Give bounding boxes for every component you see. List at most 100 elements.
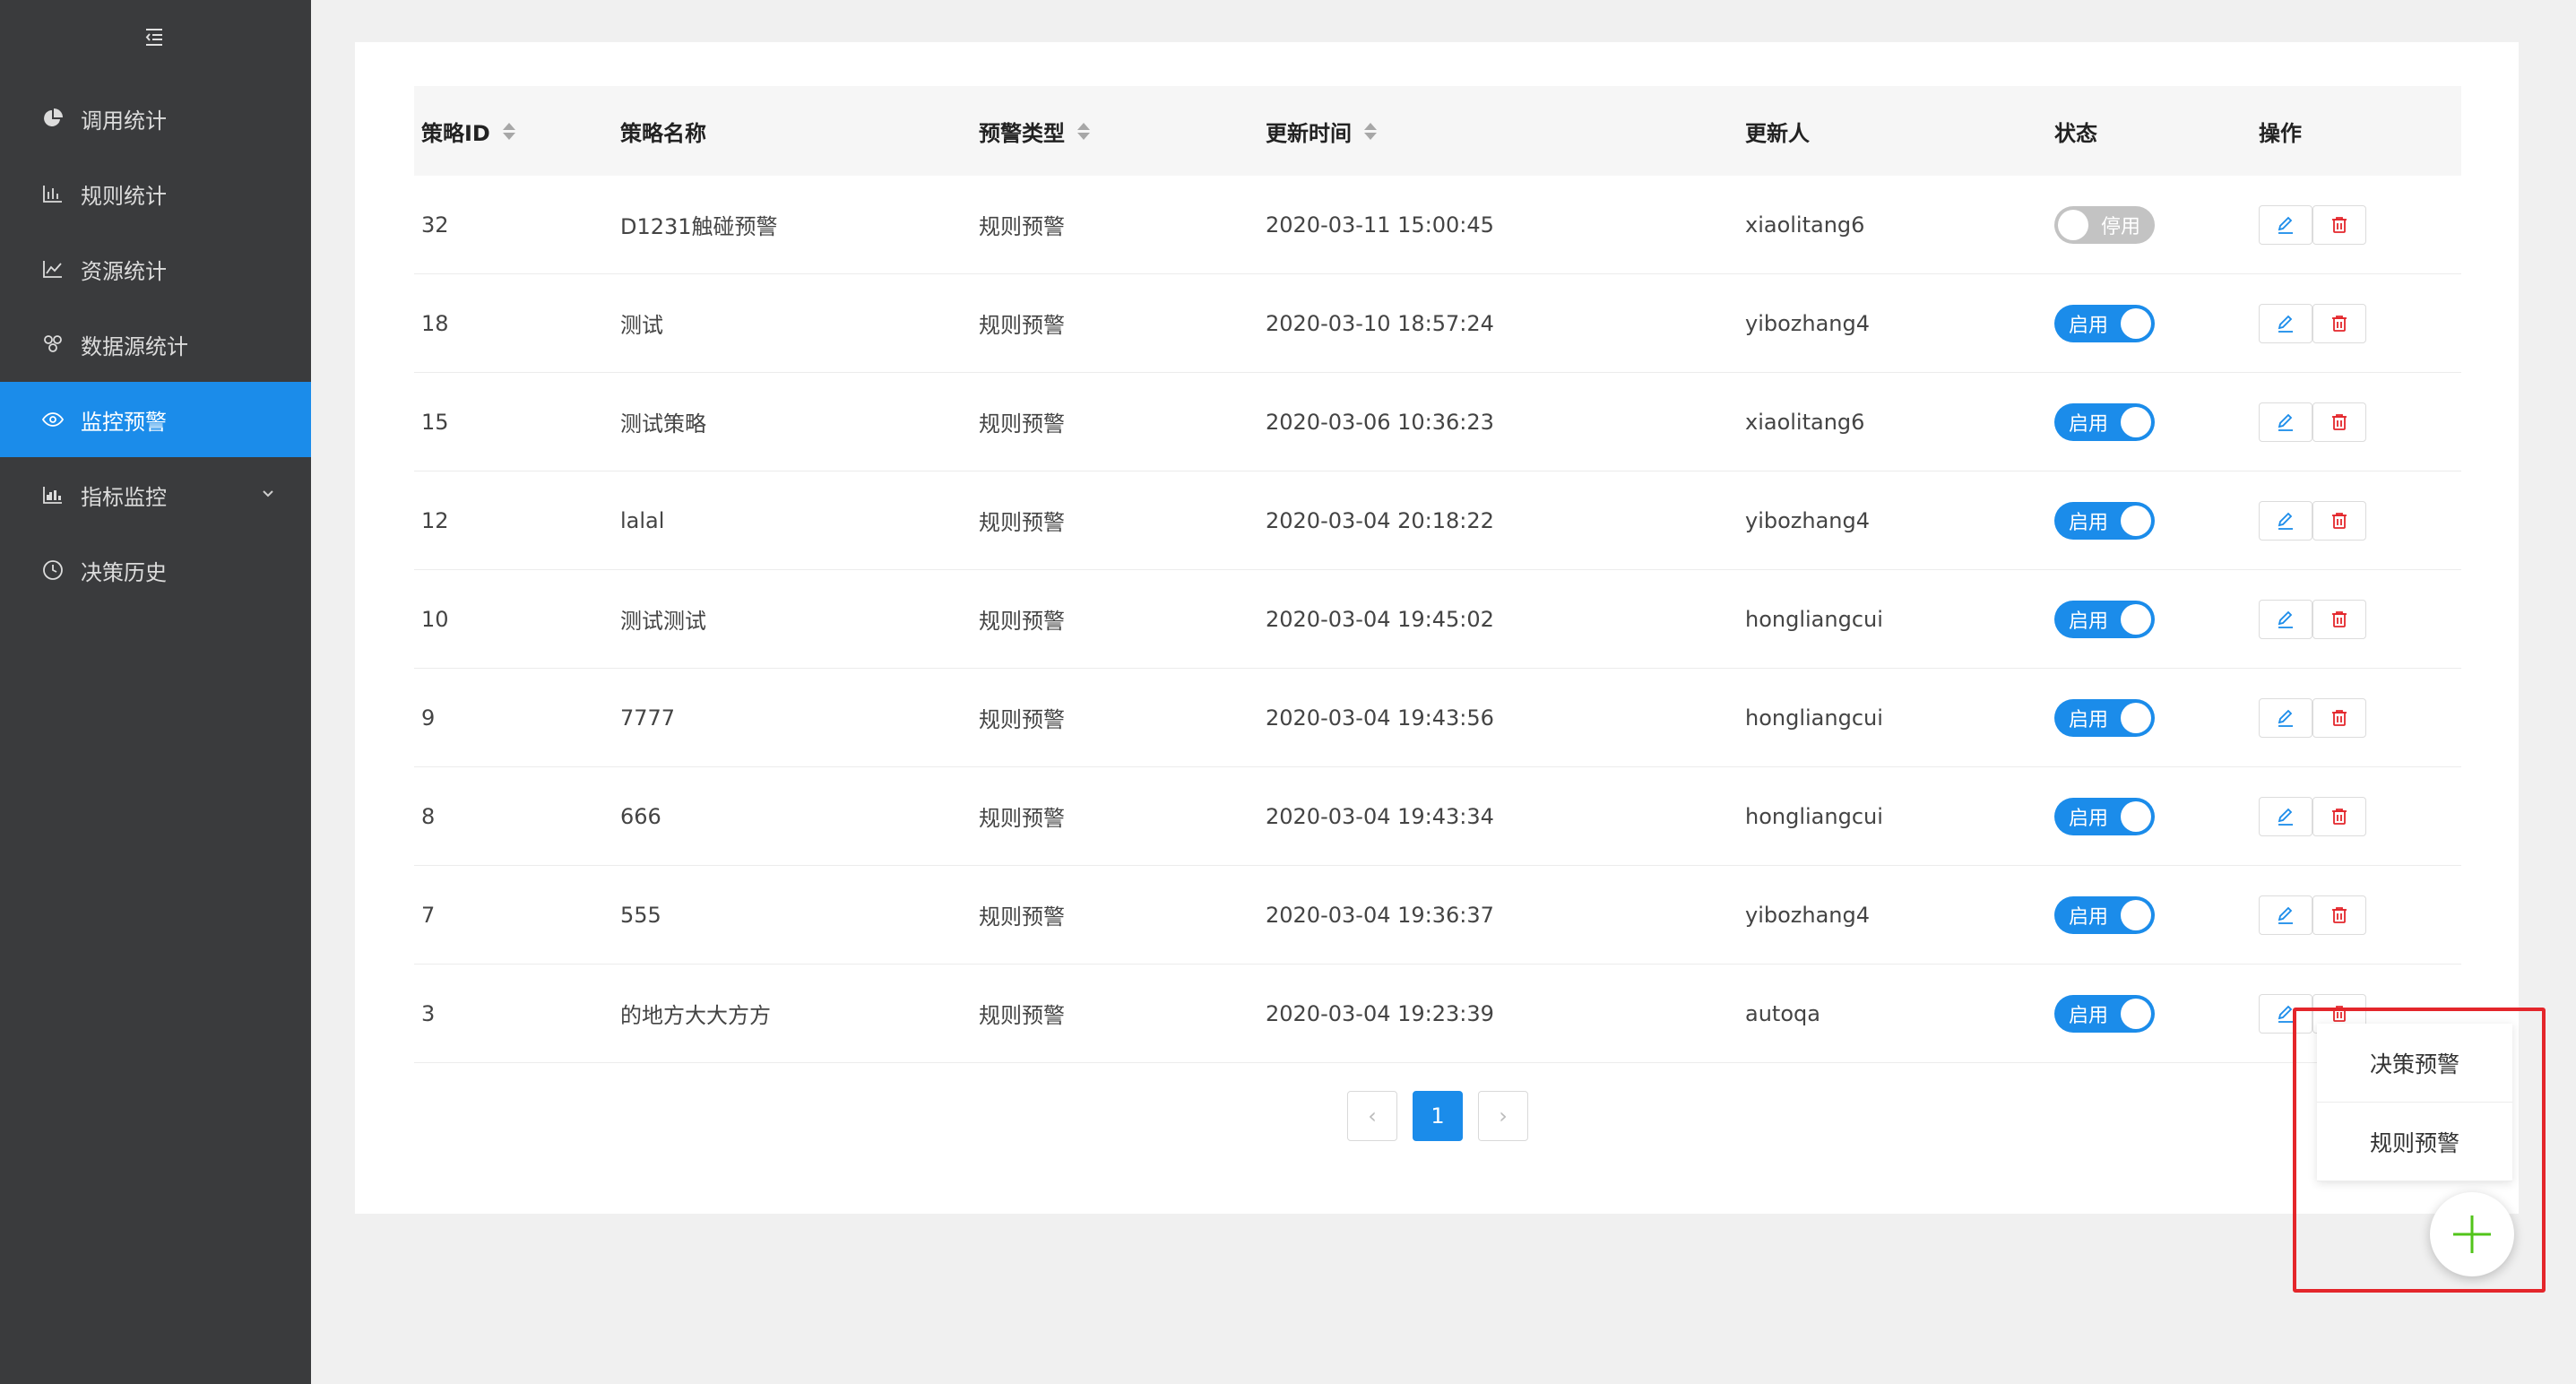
delete-button[interactable]	[2312, 697, 2366, 738]
menu-fold-icon[interactable]	[141, 23, 168, 50]
fab-menu-item-decision-alert[interactable]: 决策预警	[2317, 1024, 2512, 1103]
edit-icon	[2276, 708, 2295, 728]
status-toggle[interactable]: 启用	[2054, 994, 2155, 1033]
status-toggle-knob	[2121, 800, 2151, 832]
cell-status: 启用	[2054, 698, 2259, 737]
prev-page-button[interactable]: ‹	[1347, 1091, 1397, 1141]
table-row: 9 7777 规则预警 2020-03-04 19:43:56 hongliangcui…	[414, 669, 2461, 767]
edit-icon	[2276, 610, 2295, 629]
status-toggle[interactable]: 启用	[2054, 895, 2155, 934]
cell-actions	[2259, 500, 2461, 541]
sort-icon[interactable]	[1077, 122, 1090, 140]
status-toggle-label: 启用	[2069, 708, 2109, 731]
column-header-type[interactable]: 预警类型	[979, 116, 1266, 147]
edit-button[interactable]	[2259, 204, 2312, 245]
status-toggle-knob	[2121, 998, 2151, 1029]
cell-user: hongliangcui	[1745, 803, 1883, 829]
cell-actions	[2259, 599, 2461, 639]
status-toggle[interactable]: 启用	[2054, 797, 2155, 835]
cell-type: 规则预警	[979, 806, 1065, 831]
eye-icon	[41, 408, 65, 431]
edit-icon	[2276, 215, 2295, 235]
status-toggle[interactable]: 启用	[2054, 600, 2155, 638]
edit-button[interactable]	[2259, 697, 2312, 738]
area-chart-icon	[41, 483, 65, 506]
page-button-current[interactable]: 1	[1413, 1091, 1463, 1141]
status-toggle-knob	[2121, 406, 2151, 437]
cell-id: 32	[421, 212, 449, 238]
clock-icon	[41, 558, 65, 582]
status-toggle[interactable]: 停用	[2054, 205, 2155, 244]
sort-icon[interactable]	[1364, 122, 1377, 140]
delete-button[interactable]	[2312, 402, 2366, 442]
delete-button[interactable]	[2312, 204, 2366, 245]
table-row: 32 D1231触碰预警 规则预警 2020-03-11 15:00:45 xiaoli…	[414, 176, 2461, 274]
fab-menu-item-rule-alert[interactable]: 规则预警	[2317, 1103, 2512, 1181]
sidebar-item-label: 数据源统计	[81, 333, 188, 359]
table-row: 18 测试 规则预警 2020-03-10 18:57:24 yibozhang4 启用	[414, 274, 2461, 373]
sidebar-item-label: 调用统计	[81, 108, 167, 134]
delete-button[interactable]	[2312, 796, 2366, 836]
sidebar-item-datasource-stats[interactable]: 数据源统计	[0, 307, 311, 382]
cell-status: 启用	[2054, 797, 2259, 835]
cell-id: 8	[421, 803, 436, 829]
table-row: 3 的地方大大方方 规则预警 2020-03-04 19:23:39 autoqa 启用	[414, 964, 2461, 1063]
delete-button[interactable]	[2312, 500, 2366, 541]
cell-actions	[2259, 796, 2461, 836]
sort-icon[interactable]	[502, 122, 515, 140]
cell-name: 测试测试	[620, 609, 706, 634]
sidebar-item-call-stats[interactable]: 调用统计	[0, 81, 311, 156]
edit-button[interactable]	[2259, 500, 2312, 541]
sidebar-item-resource-stats[interactable]: 资源统计	[0, 231, 311, 307]
status-toggle-label: 启用	[2069, 807, 2109, 830]
edit-button[interactable]	[2259, 895, 2312, 935]
cell-time: 2020-03-04 19:23:39	[1266, 1000, 1494, 1026]
delete-icon	[2330, 511, 2349, 531]
cell-actions	[2259, 895, 2461, 935]
delete-icon	[2330, 708, 2349, 728]
cell-status: 启用	[2054, 994, 2259, 1033]
delete-button[interactable]	[2312, 895, 2366, 935]
cell-type: 规则预警	[979, 214, 1065, 239]
cell-user: autoqa	[1745, 1000, 1820, 1026]
edit-button[interactable]	[2259, 599, 2312, 639]
line-chart-icon	[41, 257, 65, 281]
edit-button[interactable]	[2259, 303, 2312, 343]
edit-button[interactable]	[2259, 993, 2312, 1034]
cell-type: 规则预警	[979, 904, 1065, 930]
delete-icon	[2330, 412, 2349, 432]
edit-button[interactable]	[2259, 796, 2312, 836]
status-toggle[interactable]: 启用	[2054, 402, 2155, 441]
sidebar-item-metric-monitor[interactable]: 指标监控	[0, 457, 311, 532]
column-header-id[interactable]: 策略ID	[414, 116, 620, 147]
delete-icon	[2330, 905, 2349, 925]
delete-icon	[2330, 314, 2349, 333]
delete-icon	[2330, 610, 2349, 629]
edit-icon	[2276, 905, 2295, 925]
sidebar-item-label: 指标监控	[81, 484, 167, 510]
cell-type: 规则预警	[979, 313, 1065, 338]
next-page-button[interactable]: ›	[1478, 1091, 1528, 1141]
column-header-time[interactable]: 更新时间	[1266, 116, 1745, 147]
sidebar-item-decision-history[interactable]: 决策历史	[0, 532, 311, 608]
cluster-icon	[41, 333, 65, 356]
edit-button[interactable]	[2259, 402, 2312, 442]
sidebar-item-monitor-alert[interactable]: 监控预警	[0, 382, 311, 457]
status-toggle[interactable]: 启用	[2054, 698, 2155, 737]
status-toggle-knob	[2121, 603, 2151, 635]
cell-status: 启用	[2054, 600, 2259, 638]
table-row: 15 测试策略 规则预警 2020-03-06 10:36:23 xiaolitang6…	[414, 373, 2461, 471]
cell-user: yibozhang4	[1745, 310, 1871, 336]
add-button[interactable]	[2430, 1192, 2514, 1276]
cell-user: hongliangcui	[1745, 705, 1883, 731]
cell-type: 规则预警	[979, 609, 1065, 634]
delete-button[interactable]	[2312, 303, 2366, 343]
status-toggle-label: 停用	[2100, 215, 2140, 238]
cell-actions	[2259, 697, 2461, 738]
status-toggle[interactable]: 启用	[2054, 304, 2155, 342]
table-row: 7 555 规则预警 2020-03-04 19:36:37 yibozhang4 启用	[414, 866, 2461, 964]
delete-button[interactable]	[2312, 599, 2366, 639]
status-toggle[interactable]: 启用	[2054, 501, 2155, 540]
status-toggle-knob	[2058, 209, 2088, 240]
sidebar-item-rule-stats[interactable]: 规则统计	[0, 156, 311, 231]
